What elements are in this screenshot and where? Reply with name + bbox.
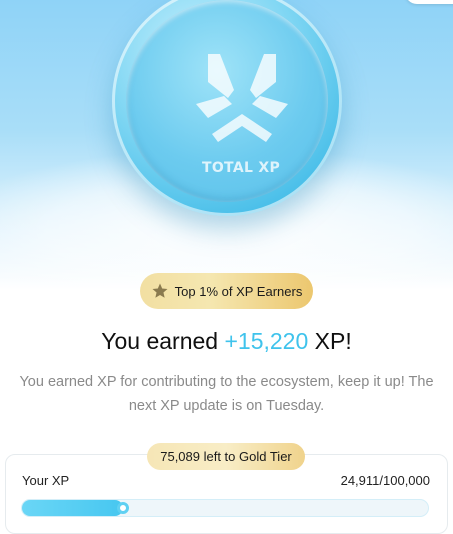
earned-xp-value: +15,220: [224, 328, 309, 354]
your-xp-label: Your XP: [22, 473, 70, 488]
gold-tier-remaining-badge: 75,089 left to Gold Tier: [147, 443, 305, 470]
xp-progress-fill: [22, 500, 124, 516]
headline-suffix: XP!: [308, 328, 352, 354]
description-line-2: next XP update is on Tuesday.: [128, 398, 325, 414]
description-text: You earned XP for contributing to the ec…: [0, 370, 453, 418]
xp-count: 24,911/100,000: [340, 473, 430, 488]
headline-prefix: You earned: [101, 328, 225, 354]
total-xp-label: TOTAL XP: [202, 160, 280, 176]
xp-progress-bar: [21, 499, 429, 517]
earned-headline: You earned +15,220 XP!: [0, 328, 453, 355]
description-line-1: You earned XP for contributing to the ec…: [19, 374, 434, 390]
xp-progress-knob: [117, 502, 130, 514]
badge-label: Top 1% of XP Earners: [174, 283, 303, 299]
star-icon: [152, 283, 168, 298]
hero-banner: TOTAL XP: [0, 0, 453, 290]
coin-face: TOTAL XP: [126, 0, 328, 202]
top-earners-badge: Top 1% of XP Earners: [140, 273, 313, 309]
corner-button[interactable]: [405, 0, 453, 4]
tristar-logo-icon: [196, 54, 288, 142]
